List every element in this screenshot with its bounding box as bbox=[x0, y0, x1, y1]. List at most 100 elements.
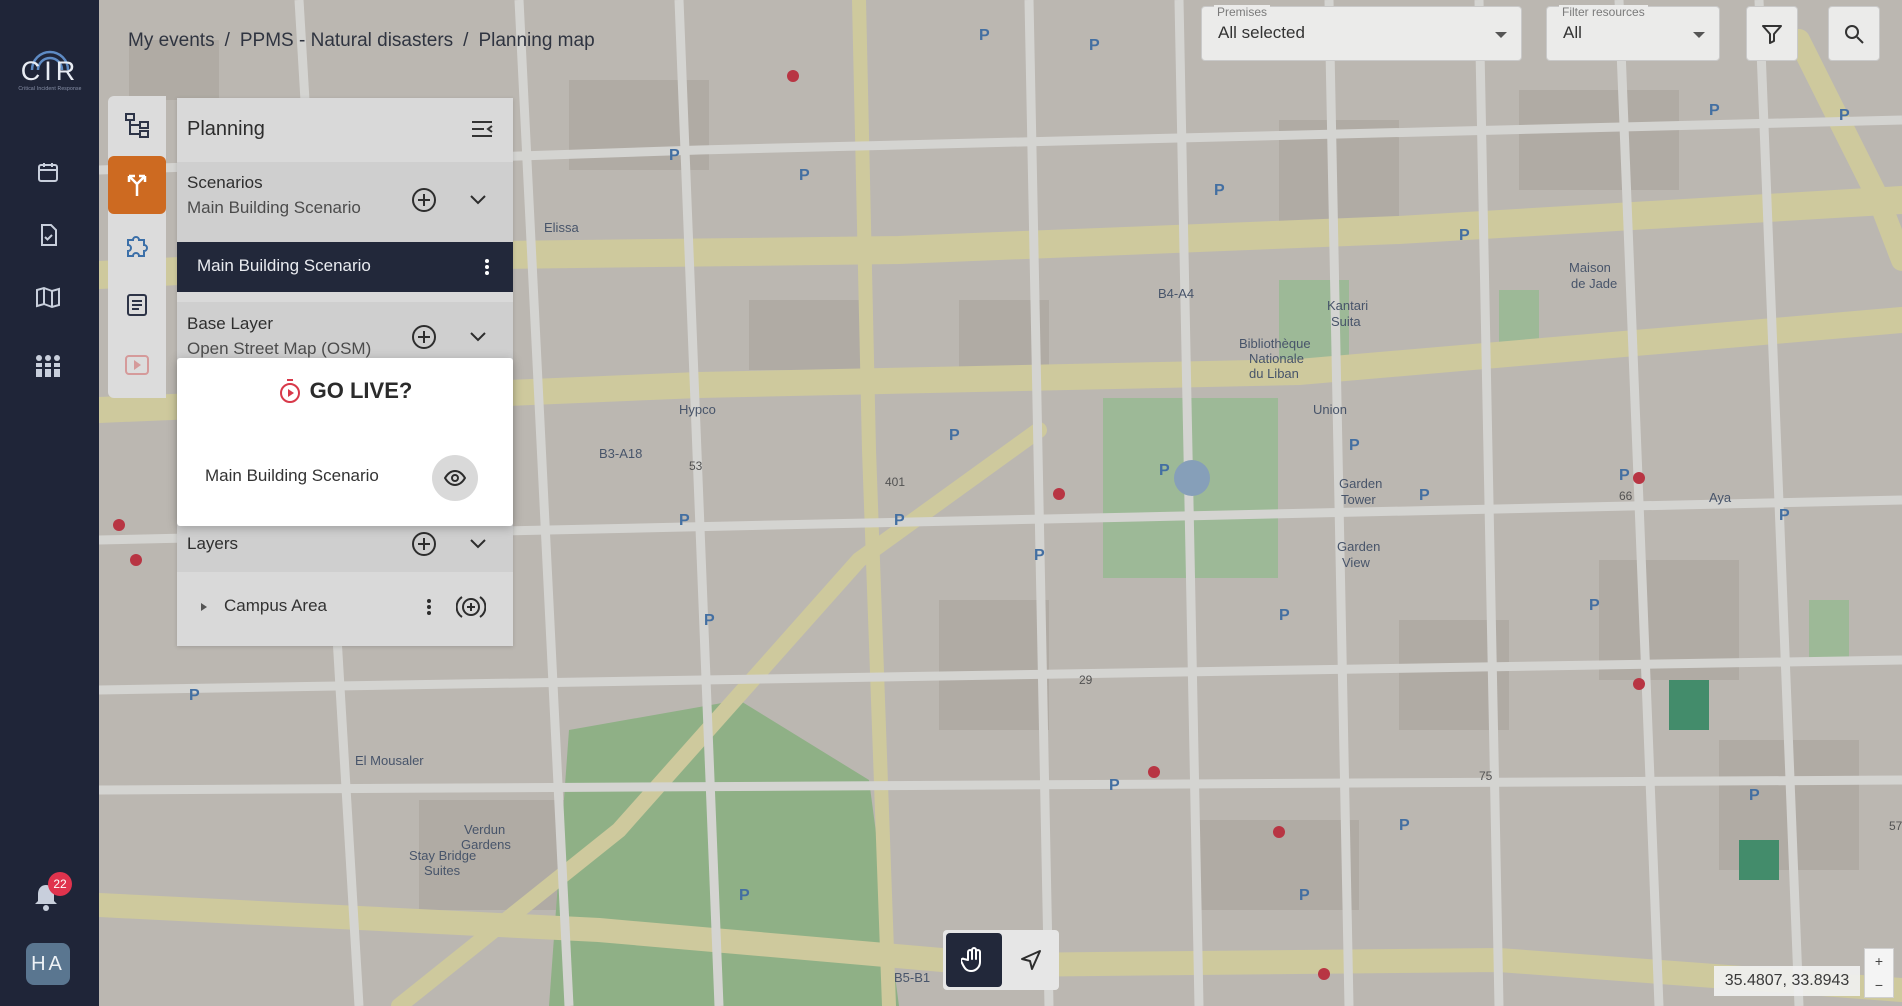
checklist-icon[interactable] bbox=[31, 218, 65, 252]
base-layer-section[interactable]: Base Layer Open Street Map (OSM) bbox=[177, 302, 513, 366]
svg-text:Aya: Aya bbox=[1709, 490, 1732, 505]
zoom-out-button[interactable]: − bbox=[1865, 973, 1893, 997]
breadcrumb-event[interactable]: PPMS - Natural disasters bbox=[240, 30, 453, 52]
svg-text:P: P bbox=[1459, 227, 1470, 244]
map-interaction-tools bbox=[943, 930, 1059, 990]
scenarios-section[interactable]: Scenarios Main Building Scenario bbox=[177, 162, 513, 242]
svg-text:Tower: Tower bbox=[1341, 492, 1376, 507]
breadcrumb-separator: / bbox=[224, 30, 230, 51]
svg-text:P: P bbox=[949, 427, 960, 444]
avatar[interactable]: HA bbox=[26, 943, 70, 985]
svg-text:P: P bbox=[1779, 507, 1790, 524]
svg-text:P: P bbox=[894, 512, 905, 529]
resources-select[interactable]: Filter resources All bbox=[1546, 5, 1720, 61]
layer-list-item[interactable]: Campus Area bbox=[177, 572, 513, 642]
chevron-down-icon bbox=[1495, 32, 1507, 38]
dialog-title-text: GO LIVE? bbox=[309, 378, 413, 403]
svg-text:P: P bbox=[704, 612, 715, 629]
document-icon[interactable] bbox=[108, 276, 166, 334]
more-vert-icon[interactable] bbox=[472, 252, 502, 282]
pan-tool[interactable] bbox=[946, 933, 1002, 987]
svg-text:B3-A18: B3-A18 bbox=[599, 446, 642, 461]
filter-icon bbox=[1762, 24, 1782, 44]
svg-text:P: P bbox=[1619, 467, 1630, 484]
teams-icon[interactable] bbox=[31, 349, 65, 383]
svg-text:du Liban: du Liban bbox=[1249, 366, 1299, 381]
svg-text:P: P bbox=[1349, 437, 1360, 454]
filter-button[interactable] bbox=[1746, 6, 1798, 61]
navigation-arrow-icon bbox=[1021, 950, 1041, 970]
hierarchy-icon[interactable] bbox=[108, 96, 166, 154]
svg-text:Maison: Maison bbox=[1569, 260, 1611, 275]
premises-value: All selected bbox=[1218, 23, 1305, 42]
svg-text:57: 57 bbox=[1889, 819, 1902, 833]
svg-text:Kantari: Kantari bbox=[1327, 298, 1368, 313]
svg-text:Suita: Suita bbox=[1331, 314, 1361, 329]
svg-text:P: P bbox=[1299, 887, 1310, 904]
layers-label: Layers bbox=[187, 534, 239, 553]
scenarios-label: Scenarios bbox=[187, 173, 263, 192]
premises-select[interactable]: Premises All selected bbox=[1201, 5, 1522, 61]
svg-text:66: 66 bbox=[1619, 489, 1633, 503]
coordinates-readout: 35.4807, 33.8943 bbox=[1714, 966, 1860, 996]
more-vert-icon[interactable] bbox=[414, 592, 444, 622]
svg-text:B5-B1: B5-B1 bbox=[894, 970, 930, 985]
search-button[interactable] bbox=[1828, 6, 1880, 61]
svg-text:P: P bbox=[739, 887, 750, 904]
svg-text:P: P bbox=[1034, 547, 1045, 564]
hand-icon bbox=[961, 947, 981, 972]
chevron-down-icon bbox=[1693, 32, 1705, 38]
svg-text:29: 29 bbox=[1079, 673, 1093, 687]
breadcrumb-my-events[interactable]: My events bbox=[128, 30, 215, 52]
planning-tool-rail bbox=[108, 96, 166, 398]
zoom-control: + − bbox=[1864, 948, 1894, 998]
scenario-list-item[interactable]: Main Building Scenario bbox=[177, 242, 513, 292]
notification-badge: 22 bbox=[48, 872, 72, 896]
puzzle-icon[interactable] bbox=[108, 216, 166, 274]
chevron-down-icon[interactable] bbox=[463, 185, 493, 215]
svg-text:P: P bbox=[1279, 607, 1290, 624]
navigate-tool[interactable] bbox=[1003, 933, 1059, 987]
layer-item-label: Campus Area bbox=[224, 596, 327, 615]
dialog-scenario-label: Main Building Scenario bbox=[205, 466, 379, 485]
svg-text:El Mousaler: El Mousaler bbox=[355, 753, 424, 768]
play-icon[interactable] bbox=[108, 336, 166, 394]
svg-text:401: 401 bbox=[885, 475, 905, 489]
breadcrumb-current: Planning map bbox=[478, 30, 595, 51]
svg-text:Stay Bridge: Stay Bridge bbox=[409, 848, 476, 863]
svg-text:Garden: Garden bbox=[1337, 539, 1380, 554]
app-logo[interactable]: CIR Critical Incident Response bbox=[14, 36, 86, 94]
chevron-down-icon[interactable] bbox=[463, 529, 493, 559]
layer-add-circle-icon[interactable] bbox=[456, 592, 486, 622]
add-scenario-icon[interactable] bbox=[409, 185, 439, 215]
svg-text:Verdun: Verdun bbox=[464, 822, 505, 837]
svg-text:P: P bbox=[189, 687, 200, 704]
svg-text:P: P bbox=[979, 27, 990, 44]
svg-text:Union: Union bbox=[1313, 402, 1347, 417]
svg-text:P: P bbox=[669, 147, 680, 164]
base-layer-label: Base Layer bbox=[187, 314, 273, 333]
zoom-in-button[interactable]: + bbox=[1865, 949, 1893, 973]
svg-text:Hypco: Hypco bbox=[679, 402, 716, 417]
preview-scenario-button[interactable] bbox=[432, 455, 478, 501]
expand-arrow-icon[interactable] bbox=[189, 592, 219, 622]
svg-text:de Jade: de Jade bbox=[1571, 276, 1617, 291]
add-base-layer-icon[interactable] bbox=[409, 322, 439, 352]
eye-icon bbox=[444, 470, 466, 486]
route-planning-icon[interactable] bbox=[108, 156, 166, 214]
svg-text:53: 53 bbox=[689, 459, 703, 473]
scenario-item-label: Main Building Scenario bbox=[197, 256, 371, 275]
map-book-icon[interactable] bbox=[31, 280, 65, 314]
svg-text:P: P bbox=[1709, 102, 1720, 119]
breadcrumb: My events / PPMS - Natural disasters / P… bbox=[128, 30, 595, 52]
add-layer-icon[interactable] bbox=[409, 529, 439, 559]
svg-text:Suites: Suites bbox=[424, 863, 461, 878]
left-nav: CIR Critical Incident Response 22 HA bbox=[0, 0, 99, 1006]
calendar-icon[interactable] bbox=[31, 155, 65, 189]
svg-text:P: P bbox=[1839, 107, 1850, 124]
search-icon bbox=[1845, 24, 1864, 44]
collapse-menu-icon[interactable] bbox=[467, 114, 497, 144]
chevron-down-icon[interactable] bbox=[463, 322, 493, 352]
dialog-title: GO LIVE? bbox=[177, 378, 513, 404]
svg-text:P: P bbox=[1749, 787, 1760, 804]
